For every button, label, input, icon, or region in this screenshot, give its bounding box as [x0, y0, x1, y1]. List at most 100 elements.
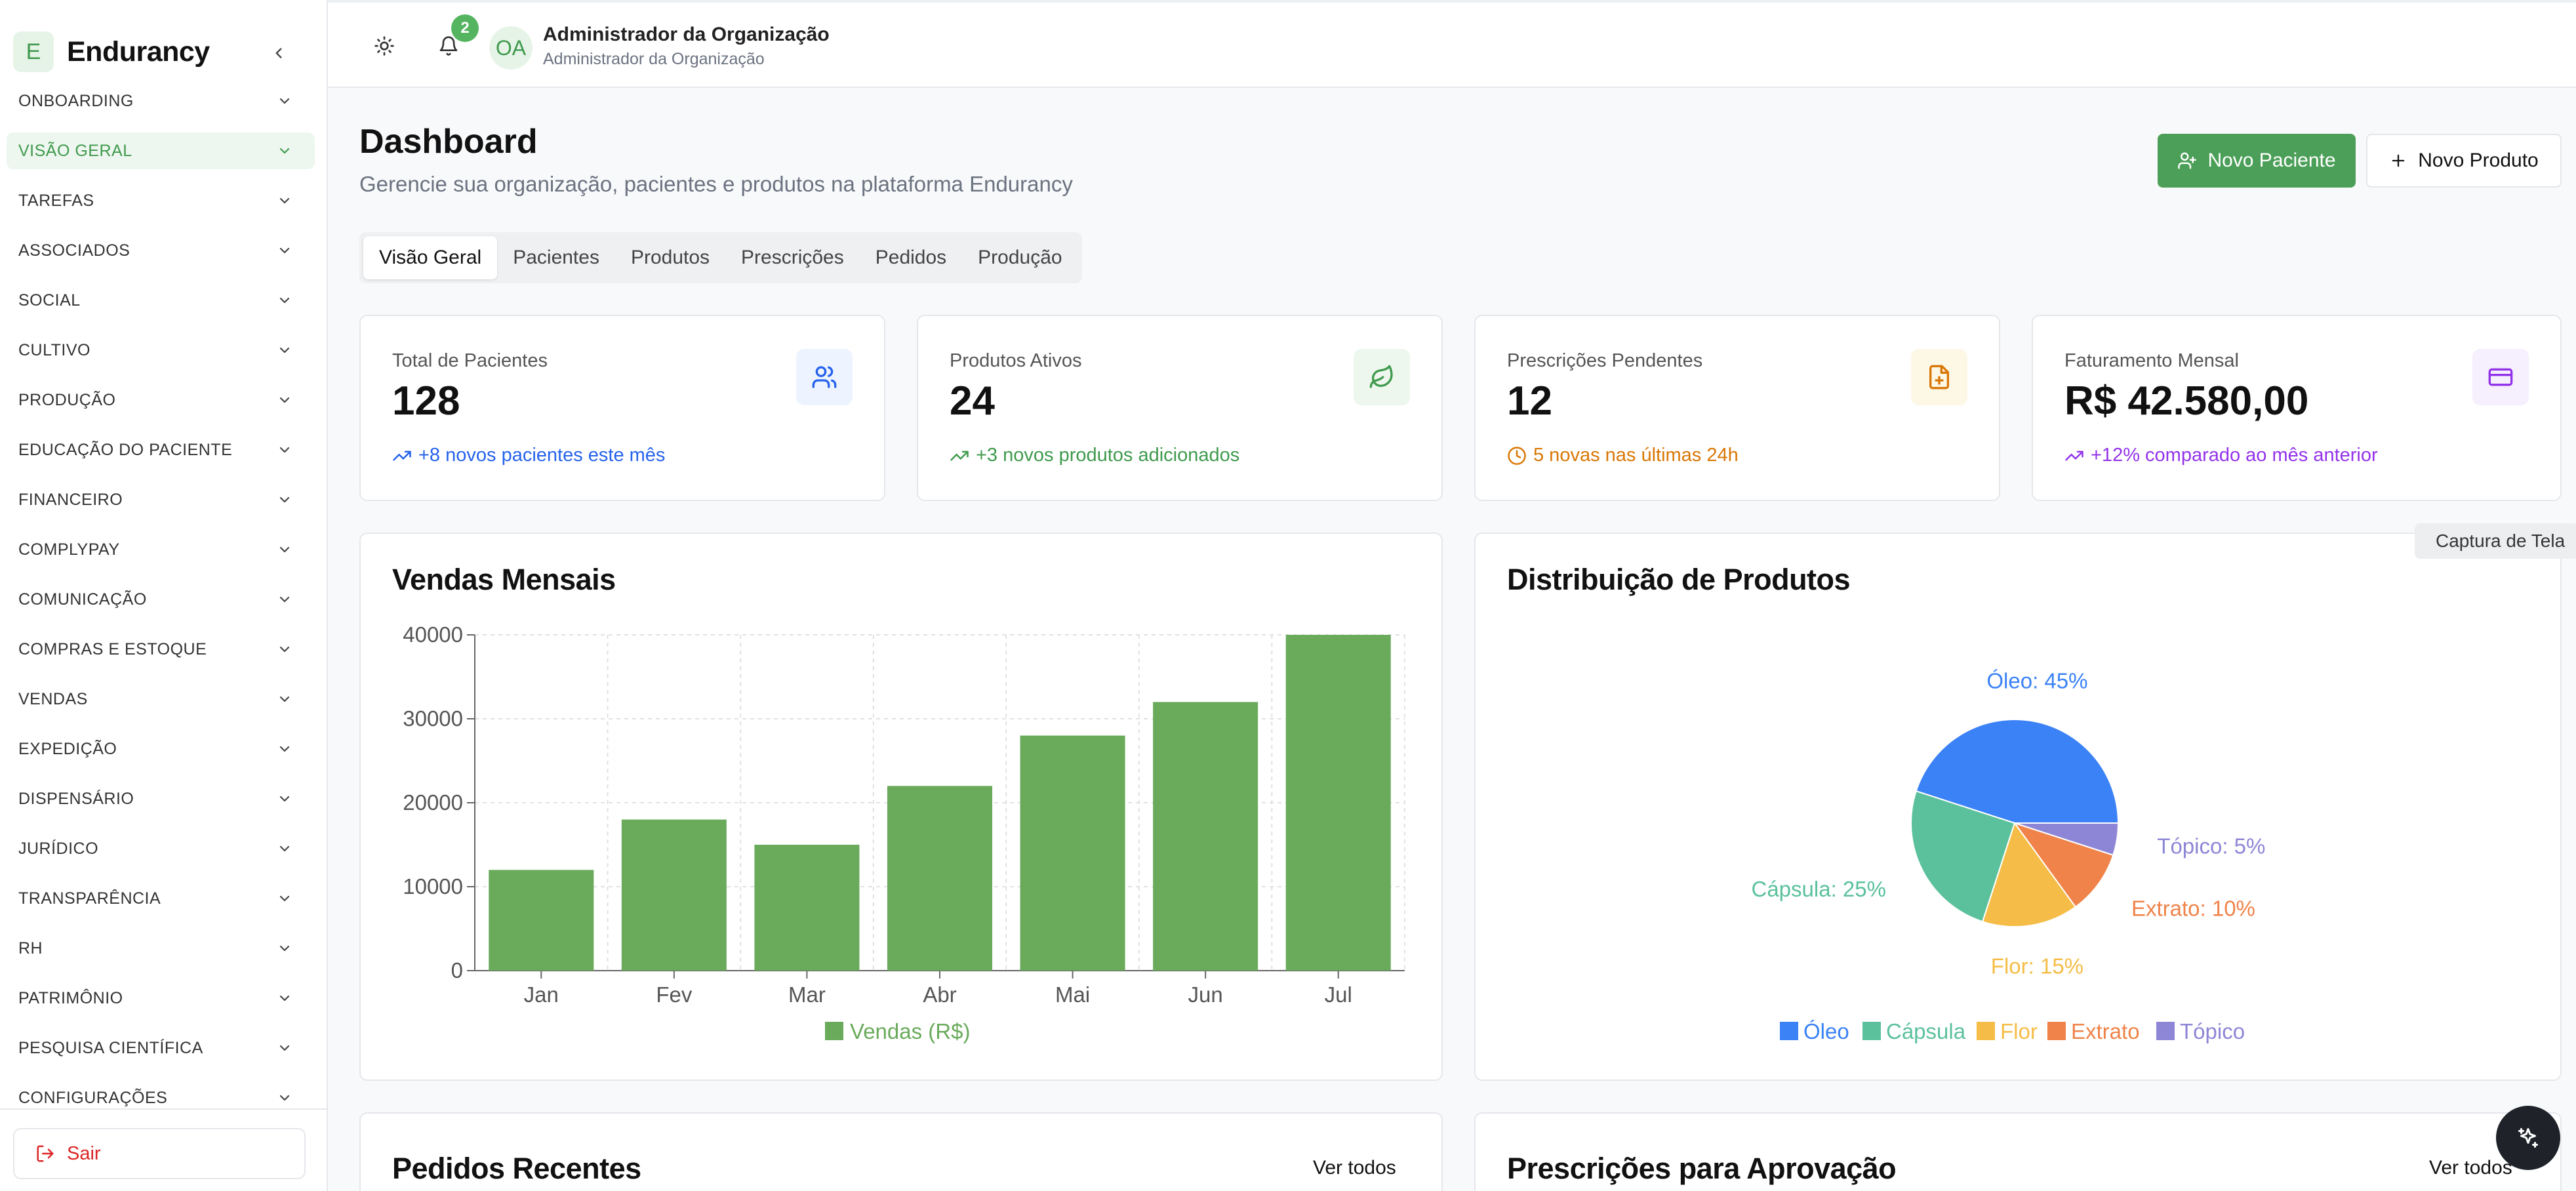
sidebar-item[interactable]: JURÍDICO: [7, 830, 315, 867]
stat-card-patients: Total de Pacientes 128 +8 novos paciente…: [359, 315, 885, 501]
bar[interactable]: [1153, 702, 1258, 971]
chevron-down-icon: [279, 247, 290, 254]
x-tick-label: Mai: [1055, 982, 1090, 1007]
sidebar-item[interactable]: TAREFAS: [7, 182, 315, 219]
recent-orders-title: Pedidos Recentes: [392, 1152, 641, 1185]
sidebar-item-label: DISPENSÁRIO: [18, 789, 134, 808]
collapse-sidebar-button[interactable]: [262, 37, 295, 70]
theme-toggle-button[interactable]: [365, 26, 404, 66]
credit-card-icon: [2472, 349, 2529, 405]
stat-trend: +8 novos pacientes este mês: [392, 445, 665, 466]
bar[interactable]: [1285, 635, 1391, 971]
sidebar-item[interactable]: PRODUÇÃO: [7, 382, 315, 418]
chevron-down-icon: [279, 1045, 290, 1051]
leaf-icon: [1354, 349, 1410, 405]
pie-slice-label: Tópico: 5%: [2157, 834, 2265, 858]
chevron-down-icon: [279, 995, 290, 1001]
legend-swatch: [1862, 1022, 1881, 1040]
y-tick-label: 10000: [403, 874, 463, 898]
chevron-down-icon: [279, 148, 290, 154]
recent-orders-see-all-link[interactable]: Ver todos: [1313, 1157, 1396, 1179]
chevron-down-icon: [279, 696, 290, 702]
trending-up-icon: [2065, 451, 2083, 460]
sidebar-item[interactable]: CONFIGURAÇÕES: [7, 1080, 315, 1108]
tab[interactable]: Visão Geral: [363, 236, 498, 279]
y-tick-label: 40000: [403, 622, 463, 647]
sidebar-item[interactable]: PATRIMÔNIO: [7, 980, 315, 1017]
sidebar-item[interactable]: RH: [7, 930, 315, 967]
x-tick-label: Mar: [788, 982, 826, 1007]
tab[interactable]: Produção: [962, 236, 1077, 279]
sidebar-item[interactable]: FINANCEIRO: [7, 481, 315, 518]
bar[interactable]: [489, 870, 594, 971]
sales-chart-card: Vendas Mensais 0 10000 20000 30000 40000 Jan F…: [359, 533, 1443, 1081]
logout-label: Sair: [67, 1142, 101, 1164]
legend-label: Óleo: [1803, 1019, 1849, 1043]
bar[interactable]: [754, 845, 860, 971]
sidebar-item[interactable]: COMPRAS E ESTOQUE: [7, 631, 315, 668]
legend-label: Vendas (R$): [850, 1019, 970, 1043]
chevron-down-icon: [279, 297, 290, 304]
stat-card-products: Produtos Ativos 24 +3 novos produtos adi…: [917, 315, 1443, 501]
stat-label: Total de Pacientes: [392, 350, 548, 371]
sidebar-item-label: ONBOARDING: [18, 92, 134, 110]
tab[interactable]: Prescrições: [725, 236, 860, 279]
new-patient-label: Novo Paciente: [2207, 150, 2336, 171]
sidebar-item[interactable]: VENDAS: [7, 681, 315, 717]
brand[interactable]: E Endurancy: [13, 29, 210, 75]
prescriptions-see-all-link[interactable]: Ver todos: [2429, 1157, 2512, 1179]
avatar[interactable]: OA: [489, 26, 533, 70]
pie-slice-label: Extrato: 10%: [2131, 896, 2255, 920]
users-icon: [796, 349, 853, 405]
sidebar-item-label: VISÃO GERAL: [18, 141, 132, 160]
logout-button[interactable]: Sair: [13, 1128, 306, 1179]
bar[interactable]: [1020, 735, 1125, 971]
sun-icon: [374, 36, 394, 56]
sidebar-item[interactable]: CULTIVO: [7, 332, 315, 369]
bar[interactable]: [887, 786, 993, 971]
legend-label: Tópico: [2180, 1019, 2245, 1043]
trending-up-icon: [393, 451, 411, 460]
stat-value: R$ 42.580,00: [2064, 378, 2309, 424]
logout-icon: [37, 1145, 54, 1162]
stat-trend-text: 5 novas nas últimas 24h: [1533, 445, 1739, 466]
stat-value: 24: [950, 378, 995, 424]
bar[interactable]: [621, 819, 727, 971]
sidebar-item-label: ASSOCIADOS: [18, 241, 131, 260]
y-tick-label: 30000: [403, 706, 463, 731]
tab[interactable]: Pedidos: [860, 236, 962, 279]
chevron-down-icon: [279, 746, 290, 752]
sidebar-item[interactable]: PESQUISA CIENTÍFICA: [7, 1030, 315, 1066]
sidebar-item[interactable]: ONBOARDING: [7, 92, 315, 119]
x-tick-label: Jun: [1188, 982, 1223, 1007]
sidebar-item[interactable]: TRANSPARÊNCIA: [7, 880, 315, 917]
legend-label: Extrato: [2071, 1019, 2140, 1043]
tab[interactable]: Pacientes: [497, 236, 615, 279]
sidebar-item[interactable]: VISÃO GERAL: [7, 132, 315, 169]
pie-slice-label: Flor: 15%: [1991, 954, 2083, 978]
legend-swatch: [825, 1022, 843, 1040]
assistant-fab-button[interactable]: [2496, 1106, 2560, 1170]
chevron-down-icon: [279, 1095, 290, 1101]
page-subtitle: Gerencie sua organização, pacientes e pr…: [359, 172, 1073, 196]
sidebar-item[interactable]: SOCIAL: [7, 282, 315, 319]
user-plus-icon: [2178, 152, 2197, 169]
sidebar-item-label: VENDAS: [18, 689, 88, 708]
stat-trend: +3 novos produtos adicionados: [950, 445, 1239, 466]
sidebar-item-label: CONFIGURAÇÕES: [18, 1088, 168, 1107]
sales-bar-chart: 0 10000 20000 30000 40000 Jan Fev Mar Abr Mai Jun J…: [403, 622, 1405, 1043]
legend-label: Cápsula: [1886, 1019, 1966, 1043]
sidebar-item[interactable]: EXPEDIÇÃO: [7, 731, 315, 767]
stat-trend-text: +3 novos produtos adicionados: [976, 445, 1240, 466]
page-title: Dashboard: [359, 123, 538, 161]
sidebar-item[interactable]: EDUCAÇÃO DO PACIENTE: [7, 432, 315, 468]
chevron-down-icon: [279, 845, 290, 852]
new-product-button[interactable]: Novo Produto: [2366, 134, 2562, 188]
sidebar-item[interactable]: DISPENSÁRIO: [7, 780, 315, 817]
new-patient-button[interactable]: Novo Paciente: [2158, 134, 2356, 188]
sidebar-item[interactable]: COMUNICAÇÃO: [7, 581, 315, 618]
sidebar-item-label: COMUNICAÇÃO: [18, 590, 147, 609]
sidebar-item[interactable]: ASSOCIADOS: [7, 232, 315, 269]
sidebar-item[interactable]: COMPLYPAY: [7, 531, 315, 568]
tab[interactable]: Produtos: [615, 236, 725, 279]
